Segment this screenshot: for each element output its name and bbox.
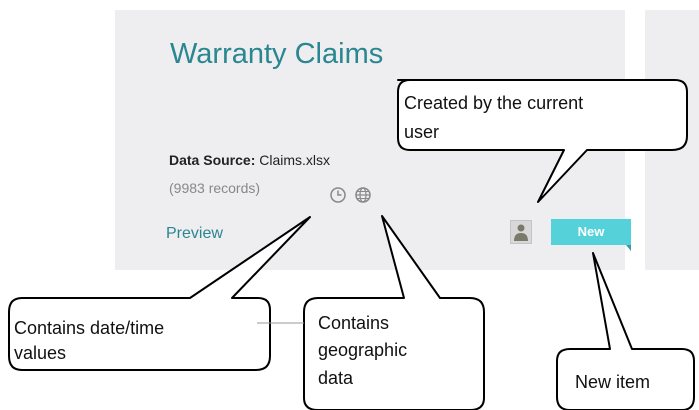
callout-new-item: New item (575, 372, 651, 392)
callout-geographic-line2: geographic (318, 340, 408, 360)
clock-icon (329, 186, 347, 204)
dataset-title[interactable]: Warranty Claims (170, 38, 383, 71)
record-count: (9983 records) (169, 180, 261, 196)
data-source-value: Claims.xlsx (259, 152, 331, 168)
data-source-row: Data Source: Claims.xlsx (169, 152, 330, 168)
callout-created-by-line2: user (404, 122, 440, 142)
new-badge: New (551, 219, 631, 245)
callout-geographic-line3: data (318, 368, 354, 388)
preview-link[interactable]: Preview (166, 225, 223, 243)
callout-date-time-line2: values (14, 343, 67, 363)
callout-created-by-line1: Created by the current (404, 93, 584, 113)
globe-icon (354, 186, 372, 204)
callout-geographic-line1: Contains (318, 313, 390, 333)
new-badge-fold (626, 245, 631, 251)
data-source-label: Data Source: (169, 152, 256, 168)
next-dataset-card-edge[interactable] (645, 10, 699, 270)
current-user-icon (510, 220, 532, 244)
callout-date-time-line1: Contains date/time (14, 318, 165, 338)
